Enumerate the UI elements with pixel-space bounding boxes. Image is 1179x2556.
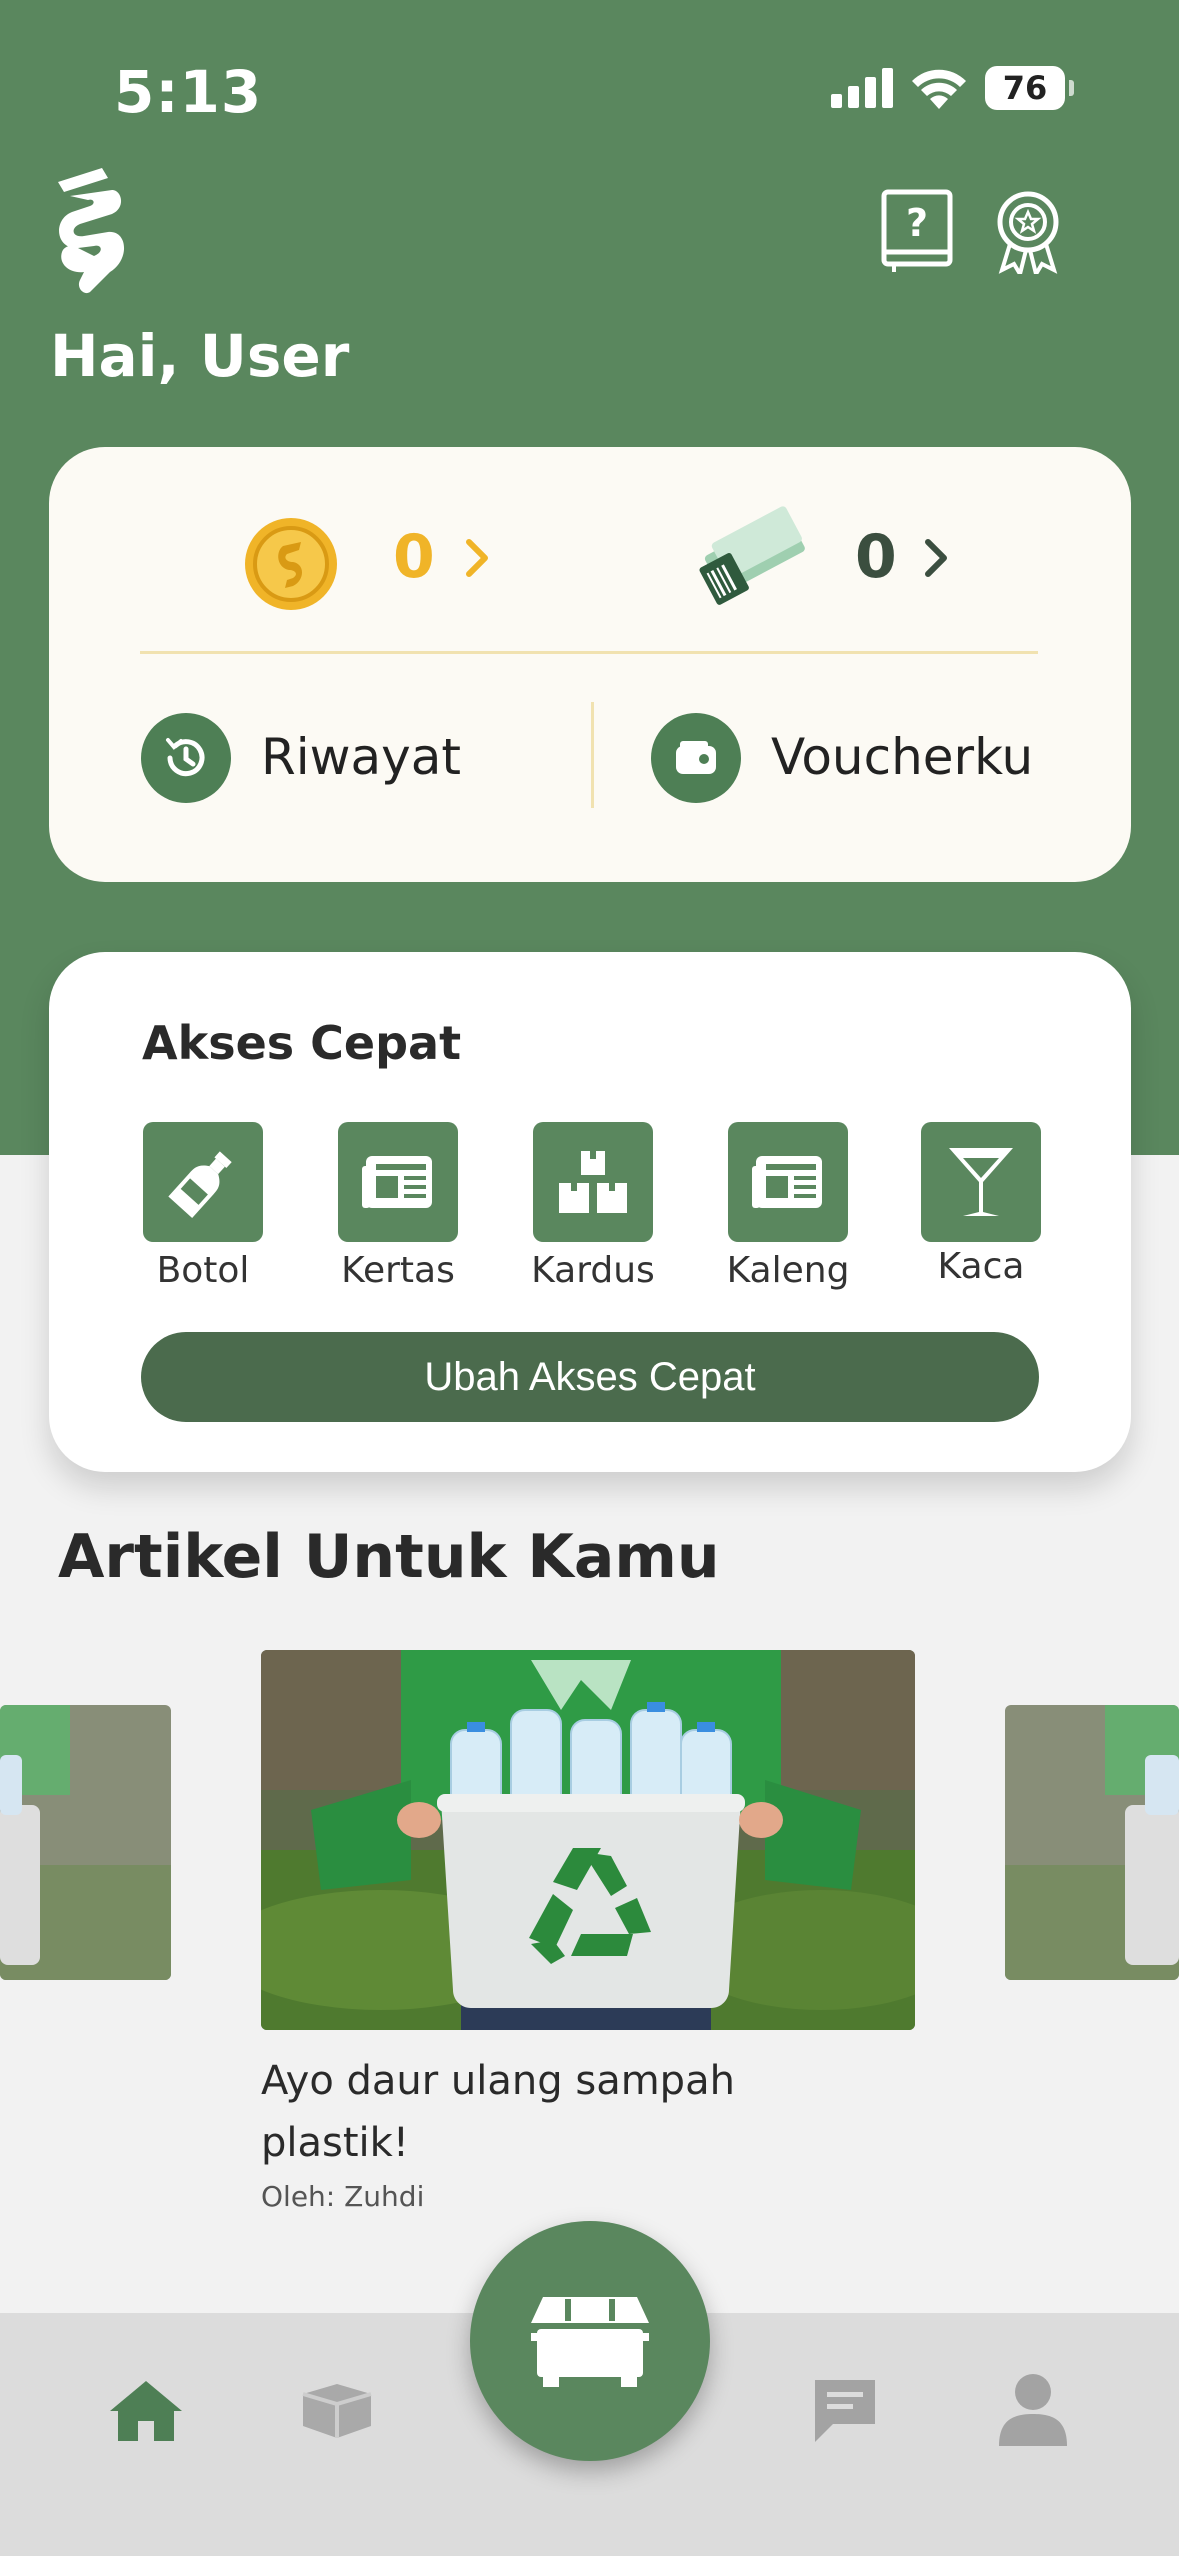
articles-title: Artikel Untuk Kamu xyxy=(58,1522,720,1592)
coin-icon[interactable] xyxy=(243,516,339,612)
quick-access-label: Kardus xyxy=(531,1250,655,1291)
battery-level: 76 xyxy=(1002,69,1048,107)
quick-access-label: Botol xyxy=(156,1250,250,1291)
quick-access-label: Kertas xyxy=(341,1250,455,1291)
dumpster-button[interactable] xyxy=(470,2221,710,2461)
coins-chevron-icon[interactable] xyxy=(463,534,493,582)
points-card xyxy=(49,447,1131,882)
article-image-next[interactable] xyxy=(1005,1705,1179,1980)
battery-icon: 76 xyxy=(985,66,1074,110)
vouchers-value[interactable]: 0 xyxy=(855,522,897,592)
quick-access-kaca[interactable] xyxy=(921,1122,1041,1242)
history-label[interactable]: Riwayat xyxy=(261,728,461,786)
newspaper-icon xyxy=(362,1156,432,1208)
quick-access-title: Akses Cepat xyxy=(142,1016,462,1070)
status-icons: 76 xyxy=(831,66,1074,110)
quick-access-label: Kaleng xyxy=(726,1250,850,1291)
profile-icon[interactable] xyxy=(993,2370,1073,2450)
quick-access-label: Kaca xyxy=(937,1246,1025,1287)
article-title[interactable]: Ayo daur ulang sampah plastik! xyxy=(261,2050,861,2174)
wallet-icon[interactable] xyxy=(651,713,741,803)
points-vertical-divider xyxy=(591,702,594,808)
dumpster-icon xyxy=(531,2297,649,2387)
article-author: Oleh: Zuhdi xyxy=(261,2180,425,2213)
chat-icon[interactable] xyxy=(805,2370,885,2450)
signal-icon xyxy=(831,68,893,108)
glass-icon xyxy=(949,1148,1013,1216)
quick-access-kardus[interactable] xyxy=(533,1122,653,1242)
svg-text:?: ? xyxy=(906,201,928,245)
boxes-icon xyxy=(559,1151,627,1213)
status-time: 5:13 xyxy=(114,58,263,126)
history-icon[interactable] xyxy=(141,713,231,803)
newspaper-icon xyxy=(752,1156,822,1208)
article-image[interactable] xyxy=(261,1650,915,2030)
help-book-icon[interactable]: ? xyxy=(880,188,956,274)
voucher-ticket-icon[interactable] xyxy=(690,505,810,605)
edit-quick-access-button[interactable]: Ubah Akses Cepat xyxy=(141,1332,1039,1422)
vouchers-chevron-icon[interactable] xyxy=(922,534,952,582)
my-voucher-label[interactable]: Voucherku xyxy=(771,728,1033,786)
award-badge-icon[interactable] xyxy=(990,188,1066,274)
quick-access-kertas[interactable] xyxy=(338,1122,458,1242)
quick-access-kaleng[interactable] xyxy=(728,1122,848,1242)
coins-value[interactable]: 0 xyxy=(393,522,435,592)
wifi-icon xyxy=(912,69,966,109)
article-image-previous[interactable] xyxy=(0,1705,171,1980)
points-divider xyxy=(140,651,1038,654)
box-icon[interactable] xyxy=(297,2370,377,2450)
bottle-icon xyxy=(168,1151,232,1218)
quick-access-botol[interactable] xyxy=(143,1122,263,1242)
app-logo xyxy=(58,168,125,294)
greeting: Hai, User xyxy=(50,322,350,390)
home-icon[interactable] xyxy=(106,2370,186,2450)
